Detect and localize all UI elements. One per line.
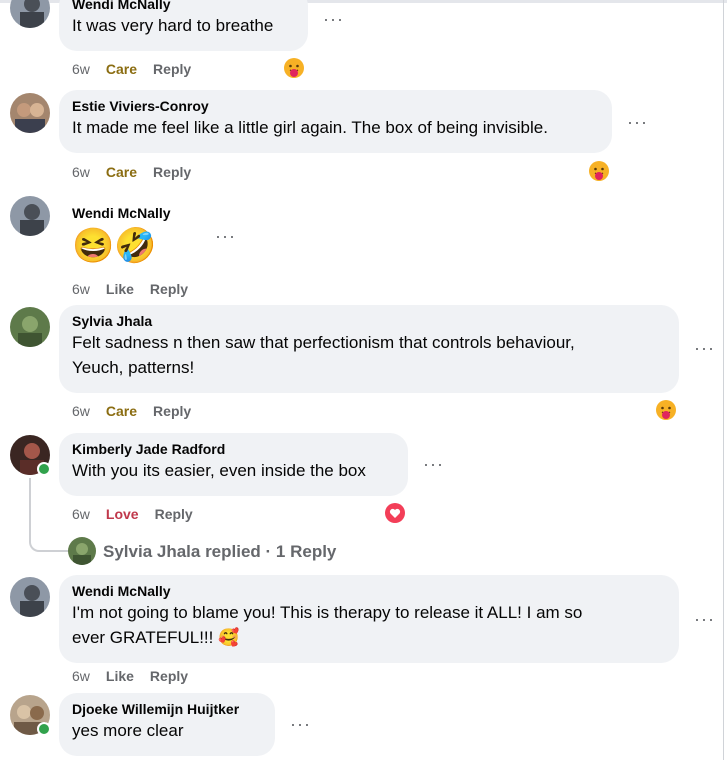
comment-bubble: Wendi McNally I'm not going to blame you… (59, 575, 679, 663)
comment-author[interactable]: Djoeke Willemijn Huijtker (72, 701, 263, 718)
reply-button[interactable]: Reply (153, 164, 191, 180)
avatar[interactable] (10, 0, 50, 28)
comment-bubble: Kimberly Jade Radford With you its easie… (59, 433, 408, 496)
comment-bubble: Wendi McNally It was very hard to breath… (59, 0, 308, 51)
emoji-comment: 😆🤣 (72, 227, 157, 265)
comment-author[interactable]: Wendi McNally (72, 205, 171, 222)
reaction-button[interactable]: Love (106, 506, 139, 522)
replies-text[interactable]: Sylvia Jhala replied · 1 Reply (103, 542, 336, 562)
more-options-icon[interactable]: ··· (215, 227, 236, 245)
comment-text-line: I'm not going to blame you! This is ther… (72, 603, 583, 622)
reaction-button[interactable]: Like (106, 668, 134, 684)
comment-text: It was very hard to breathe (72, 16, 274, 35)
reply-button[interactable]: Reply (155, 506, 193, 522)
reply-button[interactable]: Reply (150, 668, 188, 684)
more-options-icon[interactable]: ··· (694, 339, 715, 357)
comment-actions: 6w Care Reply (72, 164, 207, 180)
more-options-icon[interactable]: ··· (290, 715, 311, 733)
comment-text-line: Felt sadness n then saw that perfectioni… (72, 333, 575, 352)
comment-bubble: Sylvia Jhala Felt sadness n then saw tha… (59, 305, 679, 393)
comment-author[interactable]: Wendi McNally (72, 583, 667, 600)
reaction-button[interactable]: Care (106, 164, 137, 180)
reaction-button[interactable]: Like (106, 281, 134, 297)
avatar[interactable] (10, 93, 50, 133)
comment-actions: 6w Love Reply (72, 506, 209, 522)
more-options-icon[interactable]: ··· (627, 113, 648, 131)
online-status-dot (37, 462, 51, 476)
hugging-face-icon[interactable] (588, 160, 610, 182)
reply-button[interactable]: Reply (153, 403, 191, 419)
avatar[interactable] (10, 307, 50, 347)
comment-bubble: Djoeke Willemijn Huijtker yes more clear (59, 693, 275, 756)
more-options-icon[interactable]: ··· (323, 10, 344, 28)
reaction-button[interactable]: Care (106, 403, 137, 419)
comment-text: With you its easier, even inside the box (72, 461, 366, 480)
more-options-icon[interactable]: ··· (423, 455, 444, 473)
comment-text: It made me feel like a little girl again… (72, 118, 548, 137)
comment-text-line: Yeuch, patterns! (72, 358, 195, 377)
comment-actions: 6w Care Reply (72, 61, 207, 77)
comment-time[interactable]: 6w (72, 281, 90, 297)
comment-time[interactable]: 6w (72, 164, 90, 180)
comment-actions: 6w Like Reply (72, 668, 204, 684)
comment-time[interactable]: 6w (72, 61, 90, 77)
hugging-face-icon[interactable] (283, 57, 305, 79)
comment-author[interactable]: Wendi McNally (72, 0, 296, 13)
reaction-button[interactable]: Care (106, 61, 137, 77)
online-status-dot (37, 722, 51, 736)
comment-time[interactable]: 6w (72, 403, 90, 419)
comment-text-line: ever GRATEFUL!!! 🥰 (72, 628, 240, 647)
heart-icon[interactable] (384, 502, 406, 524)
scrollbar-edge[interactable] (723, 0, 724, 760)
comment-text: yes more clear (72, 721, 184, 740)
comment-time[interactable]: 6w (72, 506, 90, 522)
comment-actions: 6w Care Reply (72, 403, 207, 419)
avatar[interactable] (10, 196, 50, 236)
comment-bubble: Estie Viviers-Conroy It made me feel lik… (59, 90, 612, 153)
comment-author[interactable]: Sylvia Jhala (72, 313, 667, 330)
comment-author[interactable]: Estie Viviers-Conroy (72, 98, 600, 115)
more-options-icon[interactable]: ··· (694, 610, 715, 628)
reply-button[interactable]: Reply (153, 61, 191, 77)
avatar (68, 537, 96, 565)
comment-actions: 6w Like Reply (72, 281, 204, 297)
reply-button[interactable]: Reply (150, 281, 188, 297)
comment-author[interactable]: Kimberly Jade Radford (72, 441, 396, 458)
avatar[interactable] (10, 577, 50, 617)
hugging-face-icon[interactable] (655, 399, 677, 421)
comment-time[interactable]: 6w (72, 668, 90, 684)
